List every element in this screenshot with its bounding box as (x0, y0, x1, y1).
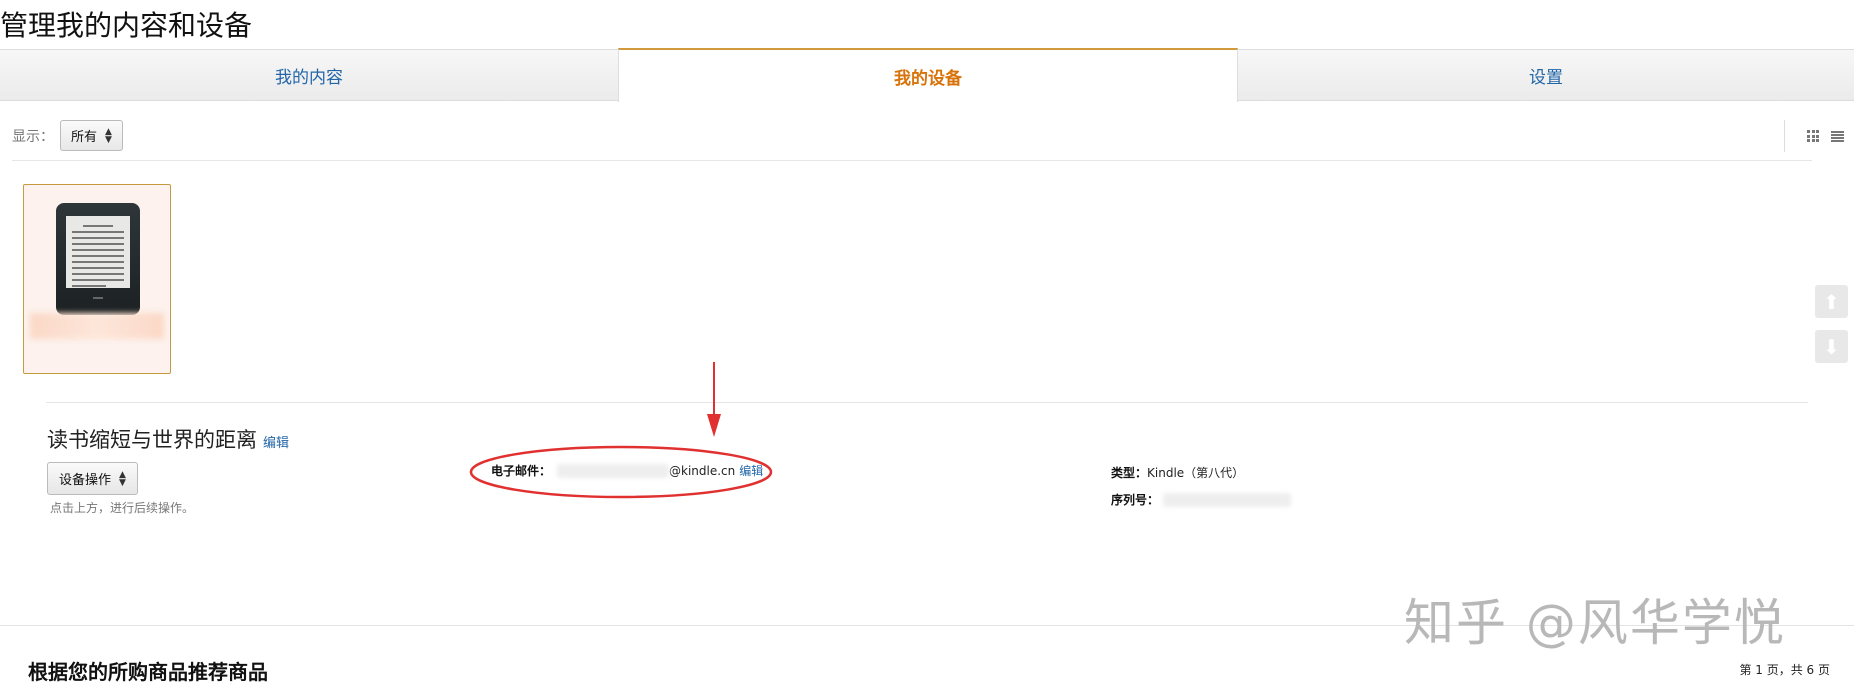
annotation-arrow-head (707, 414, 721, 437)
arrow-up-icon: ⬆ (1823, 289, 1840, 314)
recommendations-title: 根据您的所购商品推荐商品 (28, 660, 268, 684)
watermark: 知乎 @风华学悦 (1404, 594, 1786, 652)
annotation-ellipse (469, 445, 773, 499)
arrow-down-icon: ⬇ (1823, 334, 1840, 359)
scroll-bottom-button[interactable]: ⬇ (1815, 330, 1848, 363)
scroll-top-button[interactable]: ⬆ (1815, 285, 1848, 318)
pager: 第 1 页，共 6 页 (1739, 663, 1830, 677)
